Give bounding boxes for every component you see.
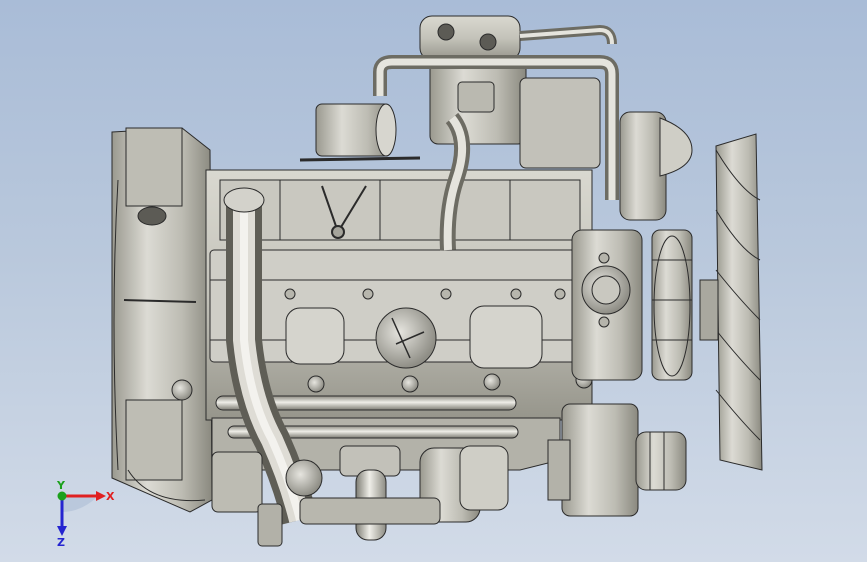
y-axis-dot [57,491,67,501]
cooling-fan [699,133,763,471]
engine-model[interactable] [0,0,867,562]
top-accessories [299,15,601,169]
exhaust-flange [223,187,265,213]
pulley-stack [651,229,693,381]
y-axis-label: Y [56,479,66,492]
z-axis-label: Z [57,536,65,548]
flywheel-housing [111,127,213,513]
water-pump [571,229,643,381]
x-axis-label: X [106,490,115,503]
orientation-triad: X Y Z [56,479,115,548]
starter-motor [547,403,687,517]
alternator-top [619,111,693,221]
3d-viewport[interactable]: X Y Z [0,0,867,562]
